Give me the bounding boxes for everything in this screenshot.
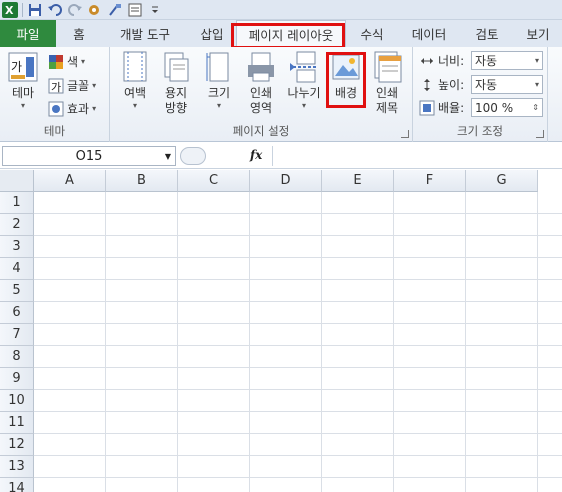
theme-fonts-button[interactable]: 가 글꼴 ▾ bbox=[48, 77, 96, 94]
print-titles-button[interactable]: 인쇄 제목 bbox=[370, 51, 404, 116]
column-header[interactable]: G bbox=[466, 170, 538, 192]
scale-spinner[interactable]: 100 % ⇕ bbox=[471, 98, 543, 117]
redo-icon[interactable] bbox=[67, 2, 83, 18]
tab-view[interactable]: 보기 bbox=[514, 20, 562, 47]
theme-colors-icon bbox=[49, 54, 63, 69]
insert-function-icon[interactable]: fx bbox=[250, 148, 262, 162]
excel-logo-icon: X bbox=[2, 1, 18, 18]
height-icon bbox=[424, 78, 430, 91]
orientation-icon bbox=[161, 51, 191, 83]
tab-insert[interactable]: 삽입 bbox=[188, 20, 236, 47]
tab-data[interactable]: 데이터 bbox=[398, 20, 460, 47]
row-header[interactable]: 3 bbox=[0, 236, 34, 258]
ribbon-page-layout: 가 테마 ▾ 색 ▾ 가 글꼴 ▾ 효과 ▾ 테마 여백 ▾ 용지 방향 크기 … bbox=[0, 47, 562, 142]
column-header[interactable]: E bbox=[322, 170, 394, 192]
worksheet-grid: ABCDEFG 1 2 3 4 5 6 7 8 9 10 11 12 13 14 bbox=[0, 170, 562, 492]
scale-group-label: 크기 조정 bbox=[457, 124, 503, 138]
row-header[interactable]: 6 bbox=[0, 302, 34, 324]
row-header[interactable]: 2 bbox=[0, 214, 34, 236]
background-button-highlight bbox=[326, 52, 366, 108]
orientation-button[interactable]: 용지 방향 bbox=[158, 51, 194, 116]
row-header[interactable]: 12 bbox=[0, 434, 34, 456]
scale-control: 배율: 100 % ⇕ bbox=[419, 98, 543, 117]
tab-review[interactable]: 검토 bbox=[460, 20, 514, 47]
column-header[interactable]: A bbox=[34, 170, 106, 192]
tools-icon[interactable] bbox=[87, 2, 103, 18]
formula-input[interactable] bbox=[272, 146, 562, 166]
theme-colors-button[interactable]: 색 ▾ bbox=[48, 53, 85, 70]
tab-file[interactable]: 파일 bbox=[0, 20, 56, 47]
column-header[interactable]: D bbox=[250, 170, 322, 192]
scale-to-fit-group: 너비: 자동 ▾ 높이: 자동 ▾ 배율: 100 % ⇕ 크기 조정 bbox=[413, 47, 548, 142]
name-box[interactable]: O15 ▼ bbox=[2, 146, 176, 166]
row-header[interactable]: 1 bbox=[0, 192, 34, 214]
theme-effects-icon bbox=[48, 101, 64, 116]
width-icon bbox=[421, 57, 433, 64]
undo-icon[interactable] bbox=[47, 2, 63, 18]
formula-splitter-handle[interactable] bbox=[180, 147, 206, 165]
row-header[interactable]: 4 bbox=[0, 258, 34, 280]
margins-button[interactable]: 여백 ▾ bbox=[118, 51, 152, 111]
format-painter-icon[interactable] bbox=[107, 2, 123, 18]
save-icon[interactable] bbox=[27, 2, 43, 18]
row-header[interactable]: 13 bbox=[0, 456, 34, 478]
cell-area[interactable] bbox=[34, 192, 562, 492]
tab-developer[interactable]: 개발 도구 bbox=[102, 20, 188, 47]
column-header[interactable]: C bbox=[178, 170, 250, 192]
quick-access-toolbar: X bbox=[0, 0, 562, 20]
margins-icon bbox=[120, 51, 150, 83]
column-header[interactable]: F bbox=[394, 170, 466, 192]
scale-launcher-icon[interactable] bbox=[536, 130, 544, 138]
row-header[interactable]: 11 bbox=[0, 412, 34, 434]
print-area-icon bbox=[246, 51, 276, 83]
width-dropdown[interactable]: 자동 ▾ bbox=[471, 51, 543, 70]
row-header[interactable]: 8 bbox=[0, 346, 34, 368]
print-titles-icon bbox=[372, 51, 402, 83]
themes-button[interactable]: 가 테마 ▾ bbox=[6, 51, 40, 111]
size-icon bbox=[204, 51, 234, 83]
row-header[interactable]: 14 bbox=[0, 478, 34, 492]
customize-qat-icon[interactable] bbox=[147, 2, 163, 18]
themes-group-label: 테마 bbox=[43, 124, 66, 138]
row-header[interactable]: 7 bbox=[0, 324, 34, 346]
theme-effects-button[interactable]: 효과 ▾ bbox=[48, 100, 96, 117]
print-area-button[interactable]: 인쇄 영역 bbox=[244, 51, 278, 116]
tab-formulas[interactable]: 수식 bbox=[346, 20, 398, 47]
row-header[interactable]: 5 bbox=[0, 280, 34, 302]
svg-text:가: 가 bbox=[51, 81, 61, 94]
row-header[interactable]: 10 bbox=[0, 390, 34, 412]
column-header[interactable]: B bbox=[106, 170, 178, 192]
breaks-icon bbox=[289, 51, 319, 83]
form-icon[interactable] bbox=[127, 2, 143, 18]
row-header[interactable]: 9 bbox=[0, 368, 34, 390]
formula-bar: O15 ▼ fx bbox=[0, 143, 562, 169]
height-control: 높이: 자동 ▾ bbox=[419, 75, 543, 94]
breaks-button[interactable]: 나누기 ▾ bbox=[284, 51, 324, 111]
height-dropdown[interactable]: 자동 ▾ bbox=[471, 75, 543, 94]
size-button[interactable]: 크기 ▾ bbox=[202, 51, 236, 111]
width-control: 너비: 자동 ▾ bbox=[419, 51, 543, 70]
tab-home[interactable]: 홈 bbox=[56, 20, 102, 47]
page-layout-tab-highlight bbox=[231, 23, 345, 49]
themes-group: 가 테마 ▾ 색 ▾ 가 글꼴 ▾ 효과 ▾ 테마 bbox=[0, 47, 110, 142]
page-setup-group: 여백 ▾ 용지 방향 크기 ▾ 인쇄 영역 나누기 ▾ 배경 인쇄 제목 페이지… bbox=[110, 47, 413, 142]
svg-text:가: 가 bbox=[11, 60, 22, 74]
themes-icon: 가 bbox=[8, 51, 38, 83]
page-setup-launcher-icon[interactable] bbox=[401, 130, 409, 138]
page-setup-group-label: 페이지 설정 bbox=[232, 124, 290, 138]
theme-fonts-icon: 가 bbox=[48, 78, 64, 94]
scale-icon bbox=[419, 100, 435, 115]
name-box-dropdown-icon: ▼ bbox=[164, 151, 171, 161]
select-all-corner[interactable] bbox=[0, 170, 34, 192]
svg-text:X: X bbox=[5, 4, 14, 17]
